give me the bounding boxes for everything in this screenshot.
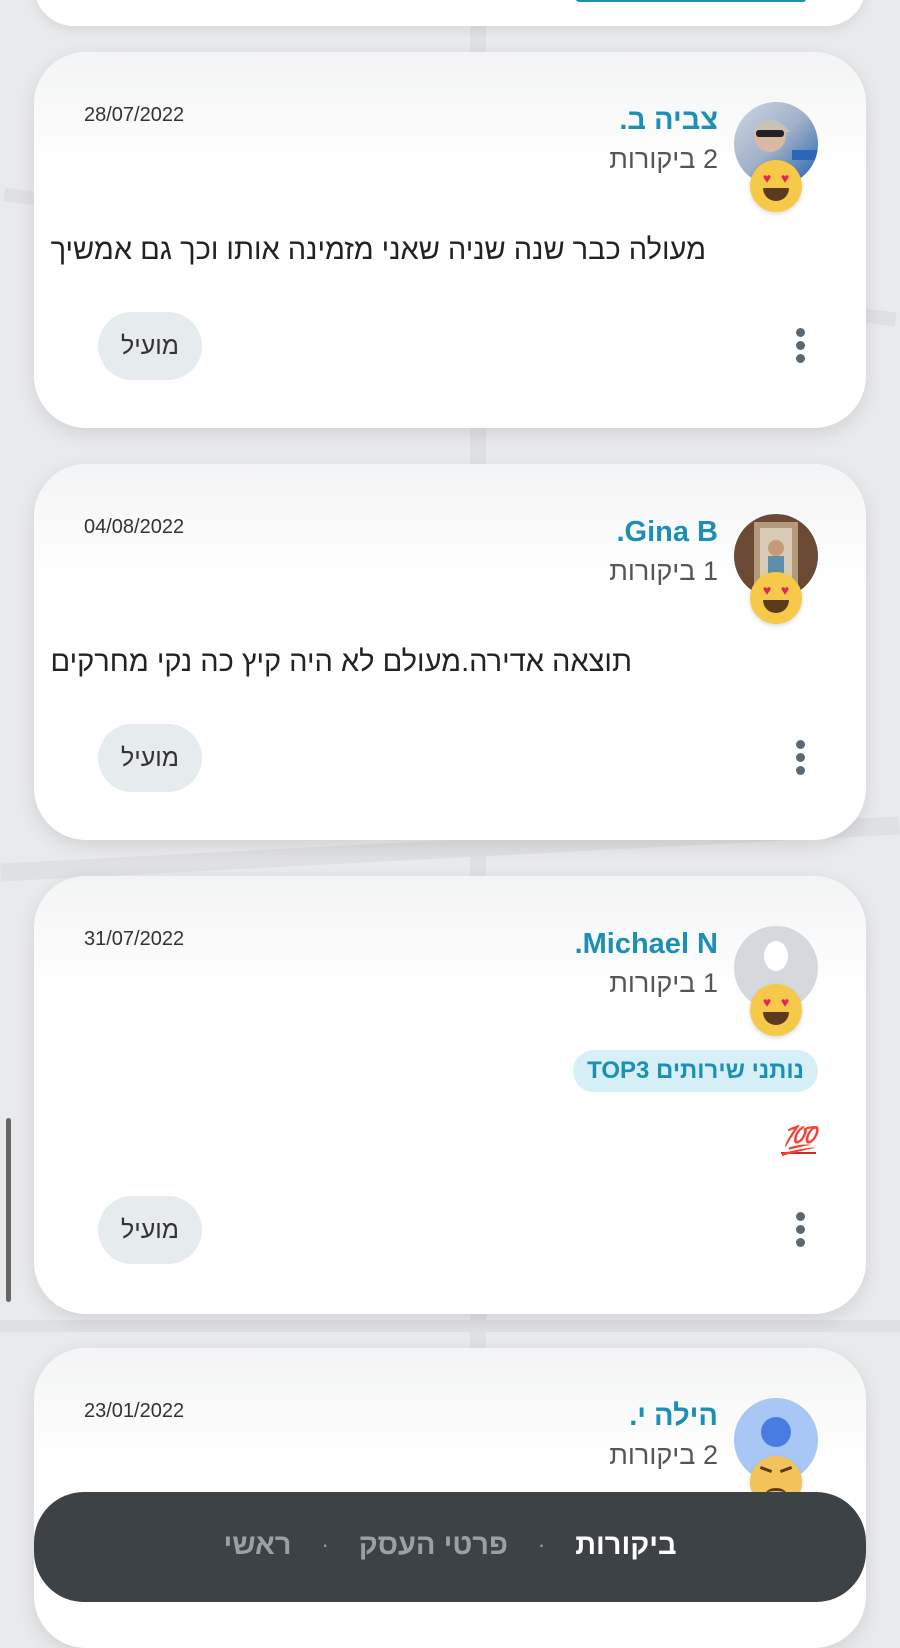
reviewer-name[interactable]: הילה י. <box>629 1400 718 1433</box>
helpful-button[interactable]: מועיל <box>98 1196 202 1264</box>
review-count: 2 ביקורות <box>609 1440 718 1470</box>
previous-card-edge <box>34 0 866 26</box>
nav-tab-business-details[interactable]: פרטי העסק <box>359 1529 508 1562</box>
reviewer-avatar[interactable]: ♥ ♥ <box>734 102 818 212</box>
reviewer-avatar[interactable]: ♥ ♥ <box>734 514 818 624</box>
more-options-icon[interactable] <box>794 328 806 368</box>
review-date: 31/07/2022 <box>84 928 185 950</box>
nav-separator: · <box>321 1532 329 1557</box>
reviewer-name[interactable]: Michael N. <box>575 928 718 961</box>
review-card: ♥ ♥ Gina B. 1 ביקורות 04/08/2022 תוצאה אד… <box>34 464 866 840</box>
reviewer-name[interactable]: Gina B. <box>616 516 718 549</box>
review-date: 23/01/2022 <box>84 1400 185 1422</box>
heart-eyes-emoji-icon: ♥ ♥ <box>750 984 802 1036</box>
review-card: ♥ ♥ צביה ב. 2 ביקורות 28/07/2022 מעולה כב… <box>34 52 866 428</box>
nav-tab-home[interactable]: ראשי <box>223 1529 291 1562</box>
review-text: מעולה כבר שנה שניה שאני מזמינה אותו וכך … <box>50 234 706 266</box>
more-options-icon[interactable] <box>794 740 806 780</box>
top3-provider-badge: נותני שירותים TOP3 <box>573 1050 818 1092</box>
review-card: ♥ ♥ Michael N. 1 ביקורות 31/07/2022 נותני… <box>34 876 866 1314</box>
more-options-icon[interactable] <box>794 1212 806 1252</box>
nav-tab-reviews[interactable]: ביקורות <box>575 1529 676 1562</box>
review-count: 1 ביקורות <box>609 556 718 586</box>
heart-eyes-emoji-icon: ♥ ♥ <box>750 572 802 624</box>
review-count: 1 ביקורות <box>609 968 718 998</box>
review-count: 2 ביקורות <box>609 144 718 174</box>
reviewer-avatar[interactable] <box>734 1398 818 1508</box>
reviewer-avatar[interactable]: ♥ ♥ <box>734 926 818 1036</box>
scrollbar[interactable] <box>6 1118 11 1302</box>
review-text: 💯 <box>781 1125 816 1156</box>
heart-eyes-emoji-icon: ♥ ♥ <box>750 160 802 212</box>
review-date: 28/07/2022 <box>84 104 185 126</box>
helpful-button[interactable]: מועיל <box>98 312 202 380</box>
nav-separator: · <box>537 1532 546 1557</box>
previous-card-accent <box>576 0 806 2</box>
review-date: 04/08/2022 <box>84 516 185 538</box>
bottom-navigation: ביקורות · פרטי העסק · ראשי <box>34 1492 866 1602</box>
reviewer-name[interactable]: צביה ב. <box>619 104 718 137</box>
review-text: תוצאה אדירה.מעולם לא היה קיץ כה נקי מחרק… <box>50 646 632 678</box>
helpful-button[interactable]: מועיל <box>98 724 202 792</box>
